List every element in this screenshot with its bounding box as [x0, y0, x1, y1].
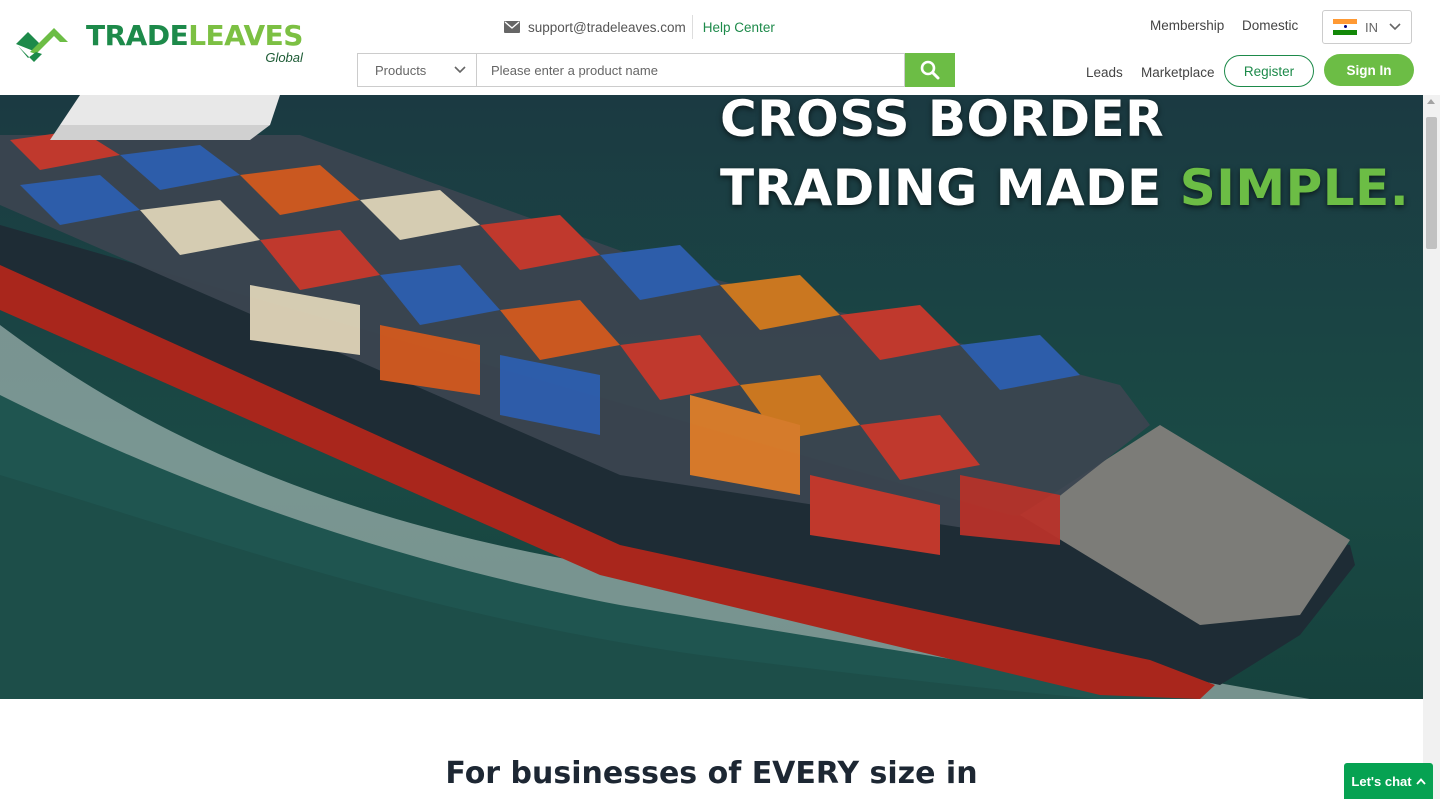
- domestic-link[interactable]: Domestic: [1242, 18, 1298, 33]
- contact-bar: support@tradeleaves.com Help Center: [504, 15, 775, 39]
- marketplace-link[interactable]: Marketplace: [1141, 65, 1215, 80]
- hero-heading-line1: CROSS BORDER: [720, 95, 1165, 148]
- sign-in-button[interactable]: Sign In: [1324, 54, 1414, 86]
- hero-heading: CROSS BORDER TRADING MADE SIMPLE.: [720, 95, 1409, 223]
- mail-icon: [504, 21, 520, 33]
- logo-word-trade: TRADE: [86, 19, 189, 52]
- leads-link[interactable]: Leads: [1086, 65, 1123, 80]
- hero-heading-line2: TRADING MADE SIMPLE.: [720, 154, 1409, 223]
- membership-link[interactable]: Membership: [1150, 18, 1224, 33]
- hero-banner: CROSS BORDER TRADING MADE SIMPLE.: [0, 95, 1423, 699]
- chevron-up-icon: [1415, 777, 1426, 785]
- scroll-up-arrow-icon[interactable]: [1427, 99, 1435, 104]
- search-input[interactable]: [476, 53, 905, 87]
- help-center-link[interactable]: Help Center: [703, 20, 775, 35]
- section-heading: For businesses of EVERY size in: [445, 756, 978, 791]
- logo-text: TRADELEAVES Global: [86, 22, 303, 66]
- hero-heading-accent: SIMPLE.: [1179, 159, 1410, 217]
- india-flag-icon: [1333, 19, 1357, 35]
- logo-mark-icon: [16, 28, 68, 62]
- chevron-down-icon: [454, 66, 466, 74]
- page-scrollbar[interactable]: [1423, 95, 1440, 799]
- search-icon: [920, 60, 940, 80]
- language-code: IN: [1365, 19, 1378, 35]
- language-selector[interactable]: IN: [1322, 10, 1412, 44]
- logo-wordmark: TRADELEAVES: [86, 22, 303, 50]
- search-category-label: Products: [375, 62, 427, 78]
- logo-tagline: Global: [265, 50, 303, 65]
- contact-divider: [691, 15, 693, 39]
- chat-label: Let's chat: [1351, 773, 1412, 789]
- scrollbar-thumb[interactable]: [1426, 117, 1437, 249]
- logo-word-leaves: LEAVES: [188, 19, 303, 52]
- brand-logo[interactable]: TRADELEAVES Global: [16, 22, 303, 65]
- chevron-down-icon: [1389, 23, 1401, 31]
- search-button[interactable]: [905, 53, 955, 87]
- search-bar: Products: [357, 53, 955, 87]
- chat-widget-button[interactable]: Let's chat: [1344, 763, 1433, 799]
- register-button[interactable]: Register: [1224, 55, 1314, 87]
- hero-heading-line2-prefix: TRADING MADE: [720, 159, 1180, 217]
- site-header: TRADELEAVES Global support@tradeleaves.c…: [0, 0, 1440, 95]
- support-email-link[interactable]: support@tradeleaves.com: [528, 20, 686, 35]
- search-category-select[interactable]: Products: [357, 53, 476, 87]
